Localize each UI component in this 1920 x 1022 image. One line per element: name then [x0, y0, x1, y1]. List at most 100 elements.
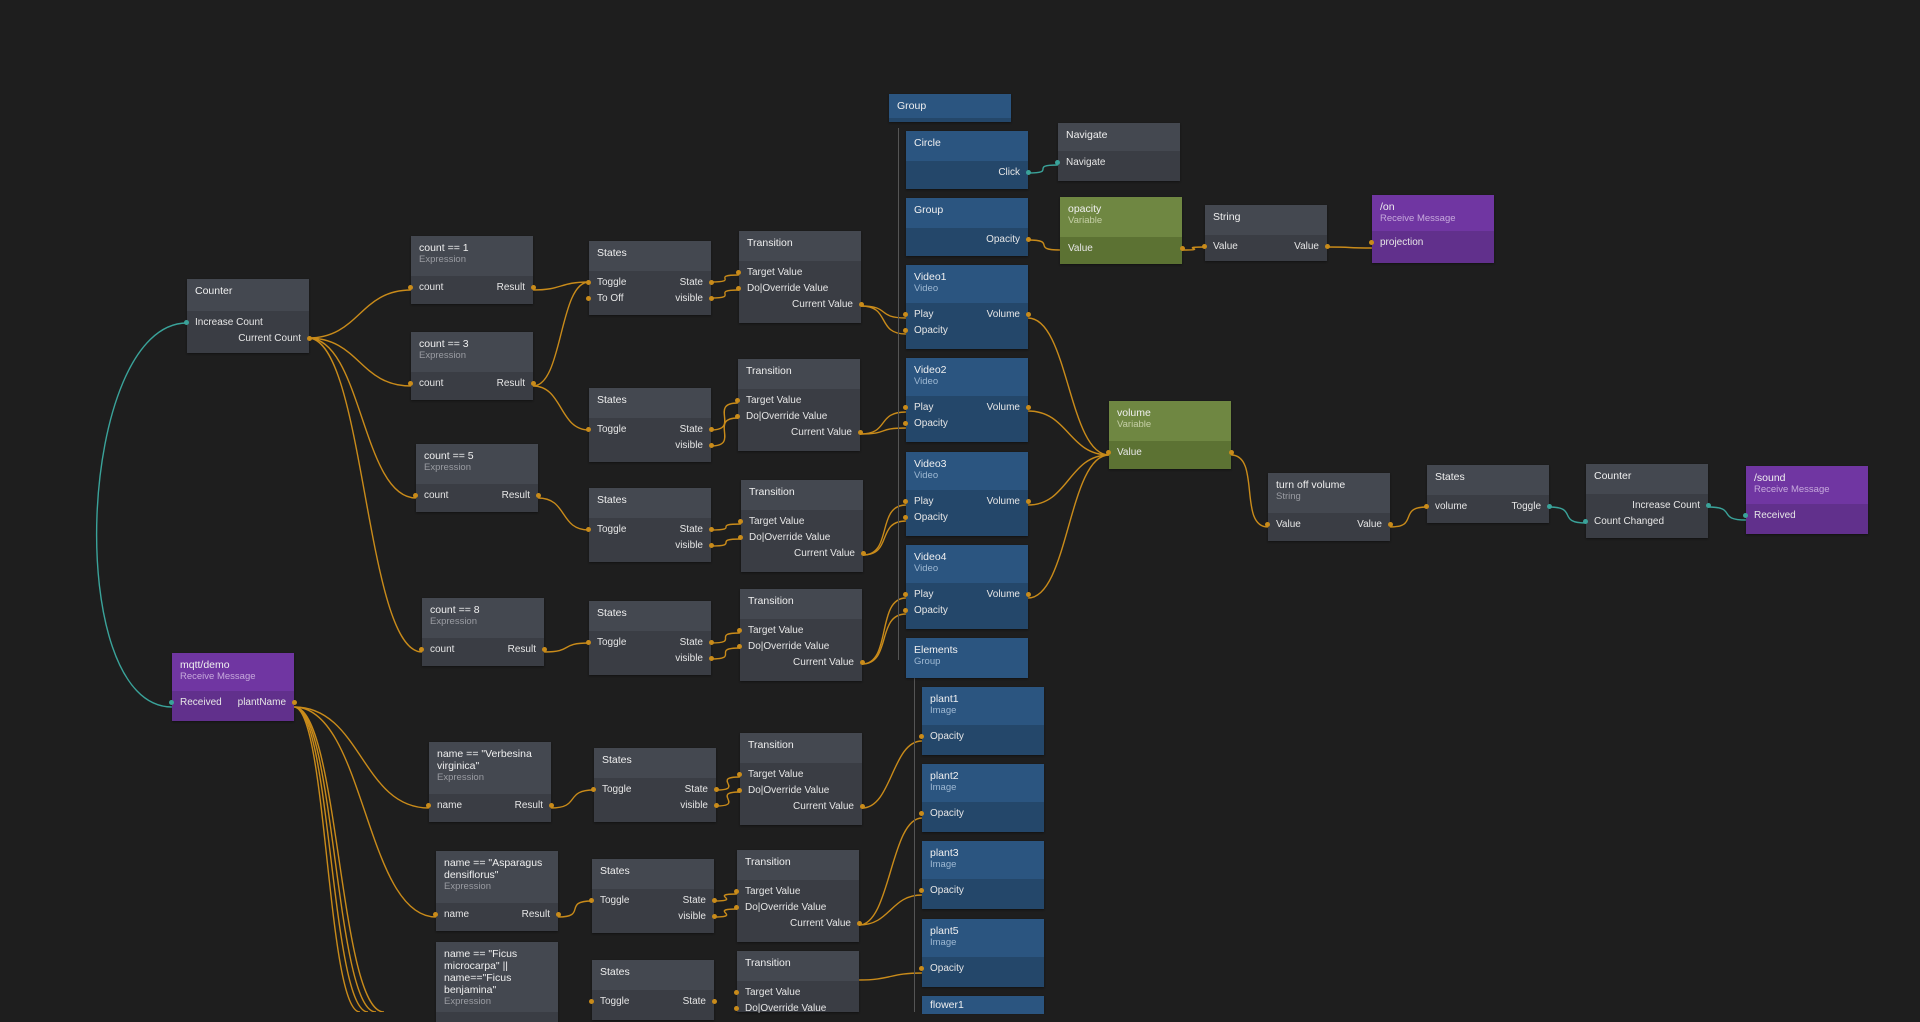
input-port[interactable]: [169, 700, 174, 705]
output-port[interactable]: [1369, 240, 1374, 245]
output-port[interactable]: [709, 543, 714, 548]
input-port[interactable]: [919, 888, 924, 893]
input-port[interactable]: [734, 905, 739, 910]
video1-node[interactable]: Video1 Video Play Volume Opacity: [903, 265, 1031, 349]
node-graph-canvas[interactable]: Group Circle Click Navigate Navigate Gro…: [0, 0, 1920, 1022]
plant5-image-node[interactable]: plant5 Image Opacity: [919, 919, 1044, 987]
opacity-variable-node[interactable]: opacity Variable Value: [1060, 197, 1185, 264]
input-port[interactable]: [589, 999, 594, 1004]
output-port[interactable]: [1743, 513, 1748, 518]
input-port[interactable]: [586, 280, 591, 285]
output-port[interactable]: [709, 296, 714, 301]
input-port[interactable]: [903, 592, 908, 597]
video4-node[interactable]: Video4 Video Play Volume Opacity: [903, 545, 1031, 629]
input-port[interactable]: [734, 1006, 739, 1011]
video2-node[interactable]: Video2 Video Play Volume Opacity: [903, 358, 1031, 442]
input-port[interactable]: [408, 381, 413, 386]
input-port[interactable]: [737, 644, 742, 649]
input-port[interactable]: [1202, 244, 1207, 249]
states-node[interactable]: States Toggle State visible: [586, 488, 714, 562]
input-port[interactable]: [919, 966, 924, 971]
states-node[interactable]: States Toggle State To Off visible: [586, 241, 714, 315]
input-port[interactable]: [426, 803, 431, 808]
input-port[interactable]: [184, 320, 189, 325]
output-port[interactable]: [712, 999, 717, 1004]
output-port[interactable]: [1026, 312, 1031, 317]
input-port[interactable]: [586, 427, 591, 432]
transition-node[interactable]: Transition Target Value Do|Override Valu…: [734, 850, 862, 942]
output-port[interactable]: [709, 280, 714, 285]
volume-variable-node[interactable]: volume Variable Value: [1106, 401, 1234, 469]
input-port[interactable]: [735, 414, 740, 419]
input-port[interactable]: [586, 527, 591, 532]
output-port[interactable]: [1106, 450, 1111, 455]
input-port[interactable]: [736, 286, 741, 291]
output-port[interactable]: [292, 700, 297, 705]
expression-node[interactable]: name == "Asparagus densiflorus" Expressio…: [433, 851, 561, 931]
navigate-node[interactable]: Navigate Navigate: [1055, 123, 1180, 181]
input-port[interactable]: [734, 889, 739, 894]
plant1-image-node[interactable]: plant1 Image Opacity: [919, 687, 1044, 755]
output-port[interactable]: [536, 493, 541, 498]
transition-node[interactable]: Transition Target Value Do|Override Valu…: [734, 951, 859, 1014]
output-port[interactable]: [861, 551, 866, 556]
output-port[interactable]: [1180, 246, 1185, 251]
output-port[interactable]: [542, 647, 547, 652]
input-port[interactable]: [419, 647, 424, 652]
input-port[interactable]: [737, 772, 742, 777]
input-port[interactable]: [903, 312, 908, 317]
input-port[interactable]: [903, 499, 908, 504]
counter-node[interactable]: Counter Increase Count Count Changed: [1583, 464, 1711, 538]
input-port[interactable]: [413, 493, 418, 498]
input-port[interactable]: [903, 328, 908, 333]
output-port[interactable]: [531, 381, 536, 386]
input-port[interactable]: [1547, 504, 1552, 509]
output-port[interactable]: [1026, 237, 1031, 242]
output-port[interactable]: [531, 285, 536, 290]
string-node[interactable]: String Value Value: [1202, 205, 1330, 261]
input-port[interactable]: [737, 788, 742, 793]
on-receive-message-node[interactable]: /on Receive Message projection: [1369, 195, 1494, 263]
output-port[interactable]: [860, 804, 865, 809]
input-port[interactable]: [1706, 503, 1711, 508]
output-port[interactable]: [857, 921, 862, 926]
output-port[interactable]: [712, 914, 717, 919]
input-port[interactable]: [919, 811, 924, 816]
counter-node[interactable]: Counter Increase Count Current Count: [184, 279, 312, 353]
input-port[interactable]: [734, 990, 739, 995]
output-port[interactable]: [859, 302, 864, 307]
output-port[interactable]: [556, 912, 561, 917]
sound-receive-message-node[interactable]: /sound Receive Message Received: [1743, 466, 1868, 534]
expression-node[interactable]: name == "Verbesina virginica" Expression …: [426, 742, 554, 822]
input-port[interactable]: [586, 296, 591, 301]
expression-node[interactable]: name == "Ficus microcarpa" || name=="Fic…: [436, 942, 558, 1022]
output-port[interactable]: [858, 430, 863, 435]
states-node[interactable]: States Toggle State visible: [589, 859, 717, 933]
expression-node[interactable]: count == 1 Expression count Result: [408, 236, 536, 304]
input-port[interactable]: [903, 405, 908, 410]
input-port[interactable]: [433, 912, 438, 917]
output-port[interactable]: [860, 660, 865, 665]
elements-group-node[interactable]: Elements Group: [906, 638, 1028, 678]
input-port[interactable]: [589, 898, 594, 903]
output-port[interactable]: [709, 656, 714, 661]
input-port[interactable]: [903, 608, 908, 613]
input-port[interactable]: [903, 421, 908, 426]
transition-node[interactable]: Transition Target Value Do|Override Valu…: [736, 231, 864, 323]
input-port[interactable]: [737, 628, 742, 633]
output-port[interactable]: [1388, 522, 1393, 527]
input-port[interactable]: [408, 285, 413, 290]
input-port[interactable]: [738, 519, 743, 524]
plant2-image-node[interactable]: plant2 Image Opacity: [919, 764, 1044, 832]
input-port[interactable]: [1265, 522, 1270, 527]
output-port[interactable]: [307, 336, 312, 341]
states-node[interactable]: States Toggle State visible: [586, 388, 714, 462]
output-port[interactable]: [709, 427, 714, 432]
video3-node[interactable]: Video3 Video Play Volume Opacity: [903, 452, 1031, 536]
output-port[interactable]: [1026, 170, 1031, 175]
input-port[interactable]: [919, 734, 924, 739]
input-port[interactable]: [735, 398, 740, 403]
states-volume-node[interactable]: States volume Toggle: [1424, 465, 1552, 523]
output-port[interactable]: [712, 898, 717, 903]
output-port[interactable]: [1026, 499, 1031, 504]
